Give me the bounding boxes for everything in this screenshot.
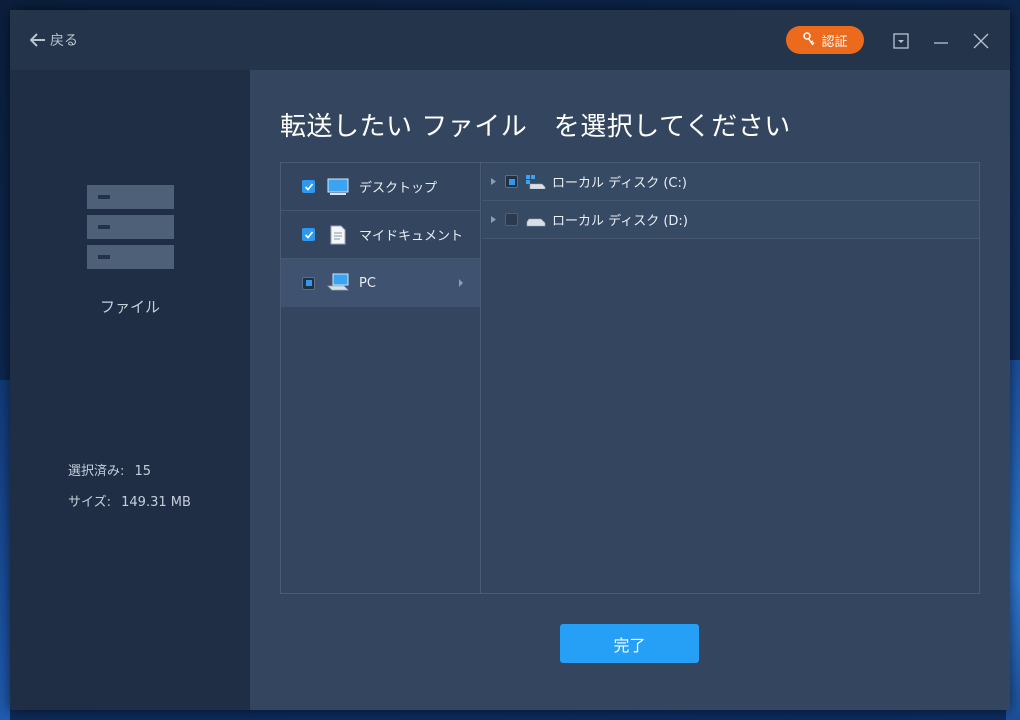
document-icon	[327, 225, 349, 245]
selected-count: 選択済み: 15	[68, 464, 152, 479]
auth-button[interactable]: 認証	[786, 26, 864, 54]
done-button[interactable]: 完了	[560, 624, 699, 663]
minimize-icon	[934, 42, 948, 44]
arrow-left-icon	[30, 33, 45, 47]
drive-list: ローカル ディスク (C:) ローカル ディスク (D:)	[482, 163, 979, 593]
drive-icon	[526, 213, 546, 227]
titlebar: 戻る 認証	[10, 10, 1010, 70]
dropdown-menu-button[interactable]	[890, 30, 912, 52]
dropdown-box-icon	[893, 33, 909, 49]
selection-stats: 選択済み: 15 サイズ: 149.31 MB	[68, 460, 191, 522]
pc-icon	[327, 273, 349, 293]
minimize-button[interactable]	[930, 30, 952, 52]
location-list: デスクトップ マイドキュメント PC	[281, 163, 481, 593]
documents-checkbox[interactable]	[302, 228, 315, 241]
desktop-background-left	[0, 380, 10, 720]
drive-row-c[interactable]: ローカル ディスク (C:)	[482, 163, 979, 201]
location-label-pc: PC	[359, 275, 376, 291]
drive-c-checkbox[interactable]	[505, 175, 518, 188]
location-item-desktop[interactable]: デスクトップ	[281, 163, 480, 211]
drive-label-c: ローカル ディスク (C:)	[552, 176, 687, 191]
drive-d-checkbox[interactable]	[505, 213, 518, 226]
key-icon	[803, 32, 816, 46]
sidebar: ファイル 選択済み: 15 サイズ: 149.31 MB	[10, 70, 250, 710]
location-item-documents[interactable]: マイドキュメント	[281, 211, 480, 259]
close-button[interactable]	[970, 30, 992, 52]
chevron-right-icon	[459, 279, 463, 287]
app-window: 戻る 認証 ファイル 選択済み: 15 サイズ: 149.31 MB 転送したい…	[10, 10, 1010, 710]
location-label-desktop: デスクトップ	[359, 181, 438, 196]
location-item-pc[interactable]: PC	[281, 259, 480, 307]
system-drive-icon	[526, 174, 546, 189]
file-category-icon	[87, 185, 174, 275]
location-label-documents: マイドキュメント	[359, 229, 464, 244]
selected-size: サイズ: 149.31 MB	[68, 495, 191, 510]
main-content: 転送したい ファイル を選択してください デスクトップ マイドキュメント PC …	[250, 70, 1010, 710]
desktop-icon	[327, 177, 349, 197]
category-label: ファイル	[99, 298, 160, 316]
back-label: 戻る	[50, 33, 78, 49]
close-icon	[973, 33, 989, 49]
pc-checkbox[interactable]	[302, 276, 315, 290]
drive-row-d[interactable]: ローカル ディスク (D:)	[482, 201, 979, 239]
expand-caret-icon[interactable]	[491, 216, 499, 223]
page-title: 転送したい ファイル を選択してください	[280, 112, 791, 142]
desktop-checkbox[interactable]	[302, 180, 315, 193]
auth-label: 認証	[821, 34, 848, 50]
expand-caret-icon[interactable]	[491, 178, 499, 185]
drive-label-d: ローカル ディスク (D:)	[552, 214, 688, 229]
back-button[interactable]: 戻る	[30, 30, 78, 50]
selection-panel: デスクトップ マイドキュメント PC ローカル ディスク (C:) ローカル デ…	[280, 162, 980, 594]
